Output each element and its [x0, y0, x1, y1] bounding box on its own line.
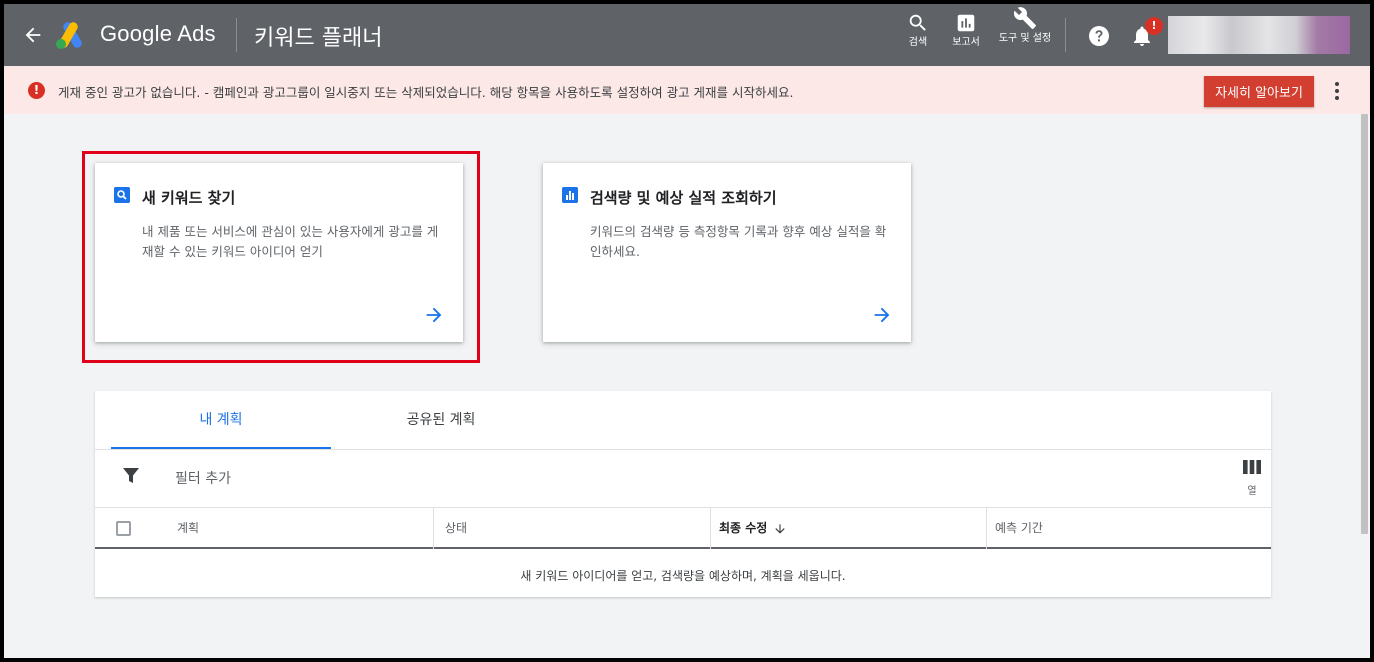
- plans-panel: 내 계획 공유된 계획 필터 추가 열 계획 상태 최종 수정 예측 기간 새 …: [95, 391, 1271, 597]
- column-header-plan[interactable]: 계획: [177, 508, 199, 549]
- column-header-status[interactable]: 상태: [445, 508, 467, 549]
- account-avatar[interactable]: [1168, 16, 1350, 54]
- reports-tool-label: 보고서: [952, 37, 980, 48]
- bar-chart-icon: [562, 187, 578, 203]
- back-arrow-icon[interactable]: [22, 24, 44, 46]
- filter-icon[interactable]: [122, 467, 140, 485]
- find-keywords-card[interactable]: 새 키워드 찾기 내 제품 또는 서비스에 관심이 있는 사용자에게 광고를 게…: [95, 163, 463, 342]
- brand-name: Google Ads: [100, 21, 216, 46]
- arrow-downward-icon: [775, 523, 786, 534]
- alert-banner: ! 게재 중인 광고가 없습니다. - 캠페인과 광고그룹이 일시중지 또는 삭…: [4, 66, 1370, 114]
- wrench-icon: [1013, 7, 1036, 29]
- columns-button[interactable]: 열: [1241, 459, 1263, 497]
- search-icon: [909, 14, 926, 31]
- select-all-checkbox[interactable]: [116, 521, 131, 536]
- search-icon: [114, 187, 130, 203]
- error-icon: !: [28, 82, 45, 99]
- alert-message: 게재 중인 광고가 없습니다. - 캠페인과 광고그룹이 일시중지 또는 삭제되…: [58, 85, 794, 100]
- arrow-forward-icon[interactable]: [871, 304, 893, 326]
- header-divider: [236, 18, 237, 52]
- column-divider: [710, 508, 711, 549]
- columns-label: 열: [1247, 486, 1257, 497]
- reports-icon: [957, 14, 975, 32]
- reports-tool-button[interactable]: 보고서: [946, 12, 986, 48]
- columns-icon: [1243, 460, 1261, 474]
- card-description: 키워드의 검색량 등 측정항목 기록과 향후 예상 실적을 확인하세요.: [590, 224, 887, 259]
- tab-my-plans[interactable]: 내 계획: [111, 391, 331, 449]
- arrow-forward-icon[interactable]: [423, 304, 445, 326]
- search-tool-button[interactable]: 검색: [902, 12, 934, 48]
- column-divider: [433, 508, 434, 549]
- tools-settings-button[interactable]: 도구 및 설정: [998, 6, 1052, 44]
- more-vert-icon[interactable]: [1330, 80, 1344, 102]
- column-header-forecast-period[interactable]: 예측 기간: [995, 508, 1043, 549]
- add-filter-button[interactable]: 필터 추가: [175, 468, 231, 488]
- tab-shared-plans[interactable]: 공유된 계획: [331, 391, 551, 449]
- learn-more-button[interactable]: 자세히 알아보기: [1204, 76, 1314, 107]
- search-tool-label: 검색: [908, 37, 928, 48]
- card-description: 내 제품 또는 서비스에 관심이 있는 사용자에게 광고를 게재할 수 있는 키…: [142, 224, 439, 259]
- notification-badge: !: [1145, 17, 1163, 35]
- header-divider: [1065, 18, 1066, 52]
- scrollbar-thumb[interactable]: [1361, 114, 1368, 534]
- search-volume-card[interactable]: 검색량 및 예상 실적 조회하기 키워드의 검색량 등 측정항목 기록과 향후 …: [543, 163, 911, 342]
- app-frame: Google Ads 키워드 플래너 검색 보고서 도구 및 설정 ! ! 게재…: [4, 4, 1370, 658]
- top-bar: Google Ads 키워드 플래너 검색 보고서 도구 및 설정 !: [4, 4, 1370, 66]
- table-header-row: 계획 상태 최종 수정 예측 기간: [95, 508, 1271, 549]
- tools-settings-label: 도구 및 설정: [998, 33, 1052, 44]
- column-header-last-modified[interactable]: 최종 수정: [719, 508, 787, 549]
- card-title: 검색량 및 예상 실적 조회하기: [590, 189, 777, 207]
- tab-divider: [95, 449, 1271, 450]
- page-title: 키워드 플래너: [254, 26, 383, 51]
- google-ads-logo-icon: [56, 22, 82, 49]
- column-divider: [986, 508, 987, 549]
- column-header-label: 최종 수정: [719, 521, 768, 535]
- help-icon[interactable]: [1087, 24, 1111, 48]
- empty-table-message: 새 키워드 아이디어를 얻고, 검색량을 예상하며, 계획을 세웁니다.: [520, 569, 846, 583]
- card-title: 새 키워드 찾기: [142, 189, 236, 207]
